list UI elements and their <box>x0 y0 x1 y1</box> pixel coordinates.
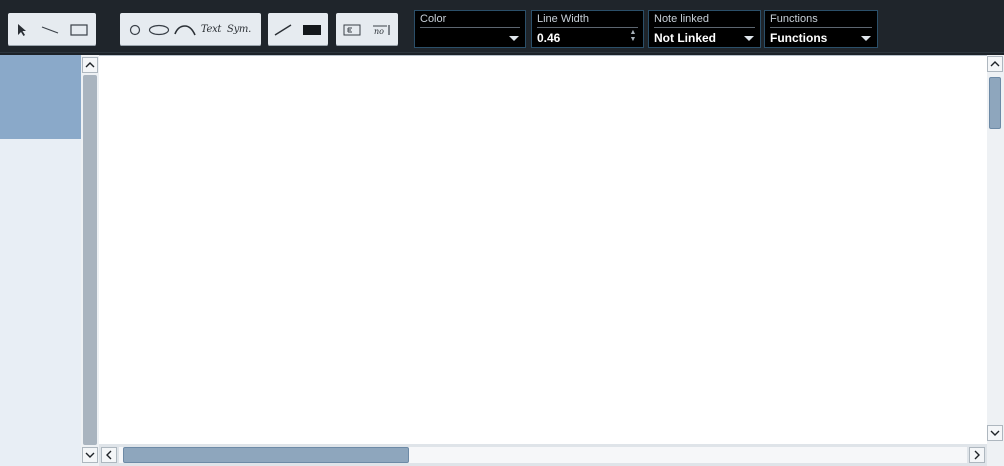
selected-row[interactable] <box>0 55 81 139</box>
tool-group-shapes: Text Sym. <box>120 13 261 46</box>
line-width-divider <box>537 27 638 28</box>
scroll-corner <box>987 444 1004 466</box>
chevron-right-icon <box>974 450 980 460</box>
scroll-up-button[interactable] <box>82 57 98 73</box>
note-linked-dropdown-arrow-icon[interactable] <box>744 36 754 41</box>
color-label: Color <box>420 13 447 25</box>
left-vertical-scrollbar[interactable] <box>81 55 99 466</box>
tool-group-style <box>268 13 328 46</box>
horizontal-scroll-thumb[interactable] <box>123 447 409 463</box>
color-field[interactable]: Color <box>414 10 526 48</box>
horizontal-scrollbar[interactable] <box>99 444 987 466</box>
select-icon[interactable] <box>8 13 36 46</box>
scroll-down-button[interactable] <box>82 447 98 463</box>
chevron-down-icon <box>990 430 1000 436</box>
line-width-field[interactable]: Line Width 0.46 ▲ ▼ <box>531 10 644 48</box>
scroll-right-button[interactable] <box>969 447 985 463</box>
text-tool[interactable]: Text <box>198 13 224 46</box>
functions-divider <box>770 27 872 28</box>
note-linked-divider <box>654 27 755 28</box>
curve-icon[interactable] <box>172 13 198 46</box>
right-scroll-thumb[interactable] <box>989 77 1001 129</box>
scroll-left-button[interactable] <box>101 447 117 463</box>
color-divider <box>420 27 520 28</box>
note-linked-label: Note linked <box>654 13 710 25</box>
ellipse-icon[interactable] <box>146 13 172 46</box>
toolbar: Text Sym. no Color Line Width 0.46 ▲▼ N <box>0 0 1004 53</box>
line-width-value[interactable]: 0.46 <box>537 31 560 45</box>
left-scroll-track[interactable] <box>83 75 97 445</box>
left-panel <box>0 55 82 466</box>
fill-icon[interactable] <box>298 13 326 46</box>
note-linked-field[interactable]: Note linked Not Linked <box>648 10 761 48</box>
frame-icon[interactable] <box>336 13 367 46</box>
tool-group-frame: no <box>336 13 398 46</box>
right-vertical-scrollbar[interactable] <box>987 55 1004 444</box>
functions-field[interactable]: Functions Functions <box>764 10 878 48</box>
line-style-icon[interactable] <box>268 13 298 46</box>
functions-value: Functions <box>770 31 828 45</box>
line-width-label: Line Width <box>537 13 589 25</box>
symbol-tool[interactable]: Sym. <box>224 13 254 46</box>
svg-text:no: no <box>374 27 384 36</box>
note-linked-value: Not Linked <box>654 31 716 45</box>
color-dropdown-arrow-icon[interactable] <box>509 36 519 41</box>
rectangle-icon[interactable] <box>64 13 94 46</box>
tool-group-basic <box>8 13 96 46</box>
chevron-down-icon <box>85 452 95 458</box>
chevron-left-icon <box>106 450 112 460</box>
circle-icon[interactable] <box>124 13 146 46</box>
line-icon[interactable] <box>36 13 64 46</box>
functions-label: Functions <box>770 13 818 25</box>
drawing-canvas[interactable] <box>99 55 987 445</box>
chevron-up-icon <box>990 61 1000 67</box>
scroll-up-button-right[interactable] <box>987 56 1003 72</box>
line-width-stepper-icon[interactable]: ▲ ▼ <box>629 29 637 45</box>
chevron-up-icon <box>85 62 95 68</box>
scroll-down-button-right[interactable] <box>987 425 1003 441</box>
functions-dropdown-arrow-icon[interactable] <box>861 36 871 41</box>
no-frame-icon[interactable]: no <box>367 13 396 46</box>
